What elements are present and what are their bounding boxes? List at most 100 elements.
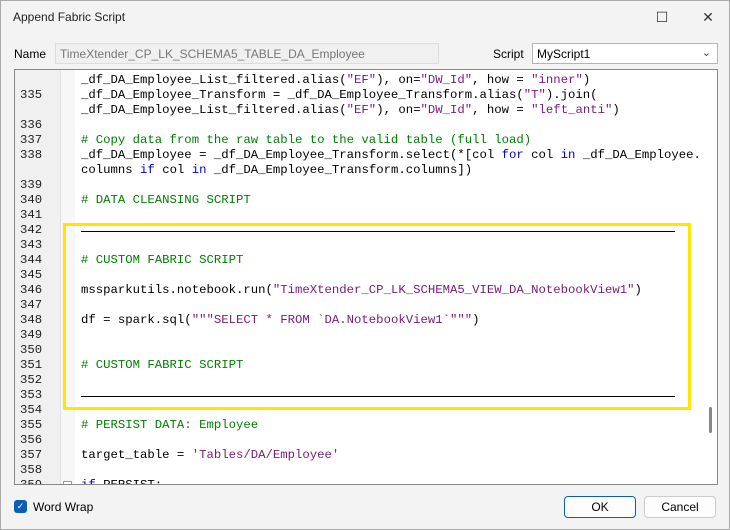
- code-token-kw: for: [501, 148, 524, 162]
- close-icon[interactable]: ✕: [685, 1, 730, 33]
- line-number: 359: [20, 478, 43, 485]
- line-number: 352: [20, 373, 43, 387]
- line-number: 345: [20, 268, 43, 282]
- code-token-kw: in: [560, 148, 576, 162]
- window-title: Append Fabric Script: [13, 10, 126, 24]
- line-number: 356: [20, 433, 43, 447]
- maximize-icon[interactable]: ☐: [639, 1, 685, 33]
- code-line[interactable]: 338 _df_DA_Employee = _df_DA_Employee_Tra…: [15, 148, 705, 163]
- code-token-plain: ): [582, 73, 591, 87]
- code-line[interactable]: 339: [15, 178, 705, 193]
- code-text: target_table = 'Tables/DA/Employee': [81, 448, 339, 463]
- code-token-str: "left_anti": [531, 103, 613, 117]
- name-label: Name: [14, 47, 47, 61]
- cancel-button[interactable]: Cancel: [644, 496, 716, 518]
- code-text: # PERSIST DATA: Employee: [81, 418, 258, 433]
- code-token-plain: _df_DA_Employee_Transform = _df_DA_Emplo…: [81, 88, 524, 102]
- chevron-down-icon: ⌄: [701, 47, 711, 59]
- code-line[interactable]: _df_DA_Employee_List_filtered.alias("EF"…: [15, 73, 705, 88]
- code-token-com: # DATA CLEANSING SCRIPT: [81, 193, 251, 207]
- line-number: 348: [20, 313, 43, 327]
- line-number: 341: [20, 208, 43, 222]
- code-line[interactable]: 335 _df_DA_Employee_Transform = _df_DA_Em…: [15, 88, 705, 103]
- line-number: 357: [20, 448, 43, 462]
- code-token-plain: target_table =: [81, 448, 192, 462]
- code-text: if PERSIST:: [81, 478, 163, 485]
- code-token-plain: _df_DA_Employee_List_filtered.alias(: [81, 73, 347, 87]
- code-line[interactable]: 341: [15, 208, 705, 223]
- code-token-plain: columns: [81, 163, 141, 177]
- code-line[interactable]: 340 # DATA CLEANSING SCRIPT: [15, 193, 705, 208]
- code-editor[interactable]: _df_DA_Employee_List_filtered.alias("EF"…: [14, 69, 718, 485]
- code-line[interactable]: columns if col in _df_DA_Employee_Transf…: [15, 163, 705, 178]
- name-field[interactable]: TimeXtender_CP_LK_SCHEMA5_TABLE_DA_Emplo…: [55, 43, 439, 64]
- word-wrap-label: Word Wrap: [33, 500, 94, 514]
- code-token-kw: if: [81, 478, 96, 485]
- line-number: 340: [20, 193, 43, 207]
- ok-button[interactable]: OK: [564, 496, 636, 518]
- line-number: 349: [20, 328, 43, 342]
- line-number: 350: [20, 343, 43, 357]
- code-text: # DATA CLEANSING SCRIPT: [81, 193, 251, 208]
- code-token-str: "T": [523, 88, 546, 102]
- code-token-plain: _df_DA_Employee.: [575, 148, 701, 162]
- line-number: 354: [20, 403, 43, 417]
- line-number: 338: [20, 148, 43, 162]
- code-text: _df_DA_Employee = _df_DA_Employee_Transf…: [81, 148, 701, 163]
- line-number: 353: [20, 388, 43, 402]
- code-token-plain: , how =: [472, 73, 532, 87]
- code-token-str: "inner": [531, 73, 583, 87]
- code-line[interactable]: 357 target_table = 'Tables/DA/Employee': [15, 448, 705, 463]
- line-number: 347: [20, 298, 43, 312]
- code-line[interactable]: 337 # Copy data from the raw table to the…: [15, 133, 705, 148]
- code-line[interactable]: 356: [15, 433, 705, 448]
- word-wrap-checkbox[interactable]: ✓: [14, 500, 27, 513]
- code-token-str: "DW_Id": [420, 73, 473, 87]
- line-number: 344: [20, 253, 43, 267]
- code-token-plain: _df_DA_Employee = _df_DA_Employee_Transf…: [81, 148, 502, 162]
- code-token-kw: if: [140, 163, 155, 177]
- code-token-plain: ).join(: [545, 88, 598, 102]
- code-token-plain: col: [523, 148, 561, 162]
- append-fabric-script-dialog: Append Fabric Script ☐ ✕ Name TimeXtende…: [0, 0, 730, 530]
- code-token-kw: in: [191, 163, 207, 177]
- line-number: 343: [20, 238, 43, 252]
- script-select-value: MyScript1: [537, 47, 591, 61]
- script-label: Script: [493, 47, 524, 61]
- code-token-plain: _df_DA_Employee_Transform.columns]): [206, 163, 473, 177]
- line-number: 336: [20, 118, 43, 132]
- code-token-str: "DW_Id": [420, 103, 473, 117]
- code-line[interactable]: 359 − if PERSIST:: [15, 478, 705, 485]
- line-number: 337: [20, 133, 43, 147]
- code-token-plain: PERSIST:: [95, 478, 163, 485]
- code-token-plain: ), on=: [376, 73, 421, 87]
- line-number: 346: [20, 283, 43, 297]
- code-token-plain: col: [154, 163, 192, 177]
- code-token-plain: ), on=: [376, 103, 421, 117]
- code-token-plain: ): [612, 103, 620, 117]
- code-token-plain: , how =: [472, 103, 532, 117]
- line-number: 339: [20, 178, 43, 192]
- code-text: _df_DA_Employee_List_filtered.alias("EF"…: [81, 103, 620, 118]
- code-token-com: # Copy data from the raw table to the va…: [81, 133, 532, 147]
- code-text: columns if col in _df_DA_Employee_Transf…: [81, 163, 472, 178]
- code-token-str: "EF": [346, 73, 377, 87]
- code-token-str: "EF": [346, 103, 377, 117]
- code-line[interactable]: _df_DA_Employee_List_filtered.alias("EF"…: [15, 103, 705, 118]
- code-text: _df_DA_Employee_Transform = _df_DA_Emplo…: [81, 88, 598, 103]
- code-line[interactable]: 355 # PERSIST DATA: Employee: [15, 418, 705, 433]
- code-text: # Copy data from the raw table to the va…: [81, 133, 531, 148]
- line-number: 351: [20, 358, 43, 372]
- code-line[interactable]: 336: [15, 118, 705, 133]
- vertical-scrollbar[interactable]: [709, 407, 712, 433]
- code-line[interactable]: 358: [15, 463, 705, 478]
- line-number: 342: [20, 223, 43, 237]
- code-token-plain: _df_DA_Employee_List_filtered.alias(: [81, 103, 347, 117]
- code-text: _df_DA_Employee_List_filtered.alias("EF"…: [81, 73, 590, 88]
- code-token-com: # PERSIST DATA: Employee: [81, 418, 259, 432]
- line-number: 358: [20, 463, 43, 477]
- fold-toggle-icon[interactable]: −: [63, 481, 72, 484]
- line-number: 355: [20, 418, 43, 432]
- script-select[interactable]: MyScript1 ⌄: [532, 43, 718, 64]
- title-bar: Append Fabric Script ☐ ✕: [1, 1, 730, 33]
